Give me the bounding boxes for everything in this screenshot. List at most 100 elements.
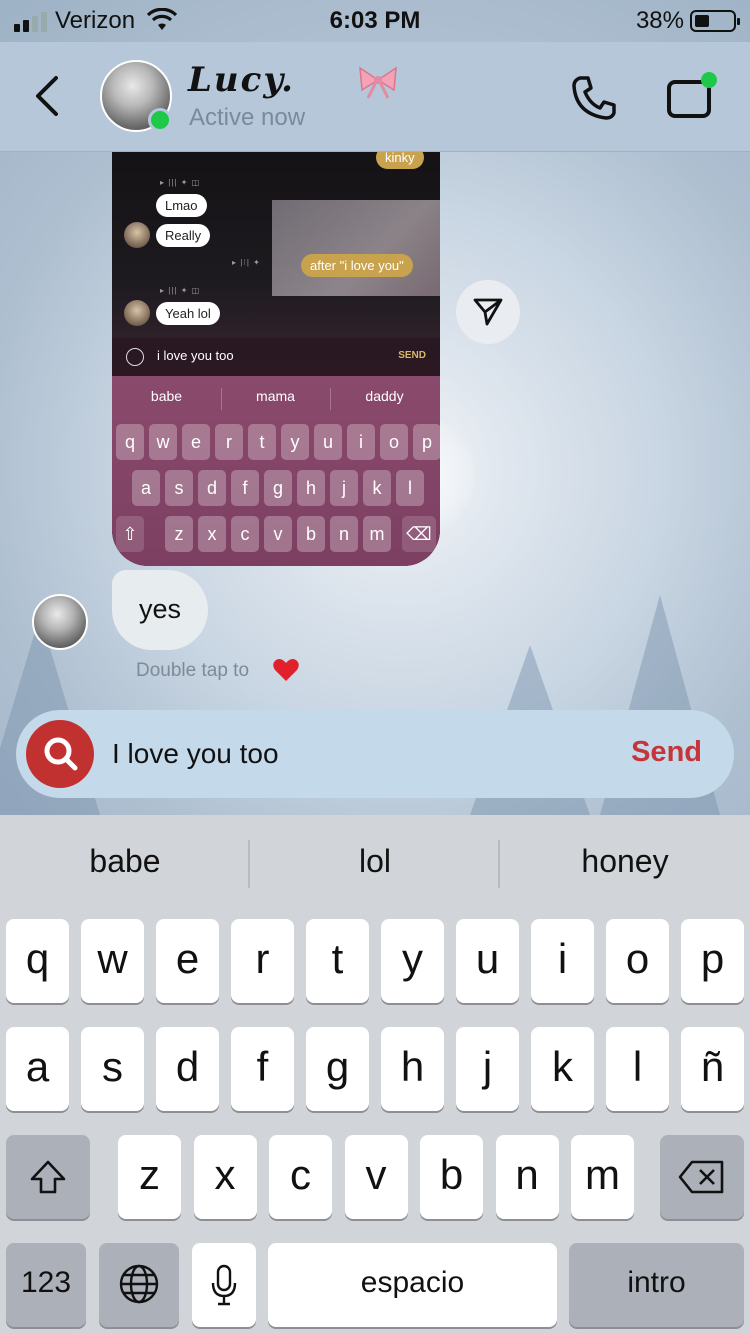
- key-x[interactable]: x: [193, 1135, 257, 1219]
- battery-icon: [690, 10, 740, 32]
- screenshot-key: s: [165, 470, 193, 506]
- key-ñ[interactable]: ñ: [681, 1027, 744, 1111]
- screenshot-key: d: [198, 470, 226, 506]
- shift-key[interactable]: [6, 1135, 90, 1219]
- screenshot-suggestion: daddy: [365, 388, 404, 404]
- double-tap-hint: Double tap to: [136, 660, 250, 681]
- send-button[interactable]: Send: [631, 736, 702, 769]
- key-d[interactable]: d: [156, 1027, 219, 1111]
- battery-percent: 38%: [635, 7, 684, 34]
- screenshot-bubble: Lmao: [156, 194, 207, 217]
- message-bubble[interactable]: yes: [112, 570, 208, 650]
- key-r[interactable]: r: [231, 919, 294, 1003]
- return-key[interactable]: intro: [569, 1243, 744, 1327]
- paper-plane-icon: [473, 298, 503, 326]
- key-l[interactable]: l: [606, 1027, 669, 1111]
- screenshot-key: h: [297, 470, 325, 506]
- key-j[interactable]: j: [456, 1027, 519, 1111]
- key-z[interactable]: z: [118, 1135, 181, 1219]
- screenshot-key: e: [182, 424, 210, 460]
- chat-header: Lucy. Active now: [0, 42, 750, 152]
- key-y[interactable]: y: [381, 919, 444, 1003]
- share-button[interactable]: [456, 280, 520, 344]
- screenshot-key: m: [363, 516, 391, 552]
- key-k[interactable]: k: [531, 1027, 594, 1111]
- screenshot-key: i: [347, 424, 375, 460]
- screenshot-avatar: [124, 300, 150, 326]
- key-f[interactable]: f: [231, 1027, 294, 1111]
- screenshot-bubble: kinky: [376, 152, 424, 169]
- shift-icon: [30, 1160, 66, 1194]
- screenshot-key: y: [281, 424, 309, 460]
- screenshot-key: l: [396, 470, 424, 506]
- screenshot-shift-key: ⇧: [116, 516, 144, 552]
- key-c[interactable]: c: [269, 1135, 332, 1219]
- key-b[interactable]: b: [420, 1135, 483, 1219]
- keyboard: babe lol honey qwertyuiop asdfghjklñ zxcvb…: [0, 815, 750, 1334]
- screenshot-keyboard: babe mama daddy qwertyuiop asdfghjkl zxcvb…: [112, 376, 440, 566]
- screenshot-key: u: [314, 424, 342, 460]
- screenshot-key: b: [297, 516, 325, 552]
- bow-icon: [359, 66, 397, 99]
- screenshot-key: q: [116, 424, 144, 460]
- key-q[interactable]: q: [6, 919, 69, 1003]
- key-m[interactable]: m: [571, 1135, 634, 1219]
- back-chevron-icon[interactable]: [28, 72, 68, 120]
- screenshot-key: t: [248, 424, 276, 460]
- globe-icon: [119, 1264, 159, 1304]
- globe-key[interactable]: [99, 1243, 179, 1327]
- key-u[interactable]: u: [456, 919, 519, 1003]
- key-v[interactable]: v: [344, 1135, 408, 1219]
- screenshot-backspace-key: ⌫: [402, 516, 436, 552]
- key-n[interactable]: n: [495, 1135, 559, 1219]
- numbers-key[interactable]: 123: [6, 1243, 86, 1327]
- contact-name[interactable]: Lucy.: [188, 60, 295, 100]
- smiley-icon: [126, 348, 144, 366]
- screenshot-suggestion: babe: [150, 388, 183, 404]
- status-bar: Verizon 6:03 PM 38%: [0, 0, 750, 42]
- heart-icon[interactable]: [272, 656, 300, 684]
- screenshot-key: a: [132, 470, 160, 506]
- dictation-key[interactable]: [192, 1243, 256, 1327]
- screenshot-key: g: [264, 470, 292, 506]
- sender-avatar[interactable]: [32, 594, 88, 650]
- key-a[interactable]: a: [6, 1027, 69, 1111]
- screenshot-input-text: i love you too: [157, 348, 234, 363]
- screenshot-key: f: [231, 470, 259, 506]
- keyboard-suggestion[interactable]: lol: [250, 843, 500, 880]
- key-o[interactable]: o: [606, 919, 669, 1003]
- keyboard-suggestion[interactable]: babe: [0, 843, 250, 880]
- video-call-icon[interactable]: [665, 70, 721, 122]
- key-g[interactable]: g: [306, 1027, 369, 1111]
- message-composer[interactable]: I love you too Send: [16, 710, 734, 798]
- key-h[interactable]: h: [381, 1027, 444, 1111]
- screenshot-avatar: [124, 222, 150, 248]
- screenshot-key: w: [149, 424, 177, 460]
- key-p[interactable]: p: [681, 919, 744, 1003]
- key-s[interactable]: s: [81, 1027, 144, 1111]
- screenshot-key: p: [413, 424, 440, 460]
- message-input[interactable]: I love you too: [112, 738, 279, 770]
- shared-screenshot-image[interactable]: kinky ▸ ||| ✦ ◫ Lmao Really ▸ |⁝| ✦ afte…: [112, 152, 440, 566]
- phone-icon[interactable]: [570, 74, 618, 122]
- space-key[interactable]: espacio: [268, 1243, 557, 1327]
- screenshot-send-label: SEND: [398, 350, 426, 361]
- keyboard-suggestion[interactable]: honey: [500, 843, 750, 880]
- screenshot-bubble: after "i love you": [301, 254, 413, 277]
- screenshot-key: k: [363, 470, 391, 506]
- microphone-icon: [211, 1264, 237, 1306]
- screenshot-key: z: [165, 516, 193, 552]
- screenshot-key: c: [231, 516, 259, 552]
- screenshot-input-bar: i love you too SEND: [112, 338, 440, 376]
- key-i[interactable]: i: [531, 919, 594, 1003]
- screenshot-meta: ▸ ||| ✦ ◫: [160, 286, 201, 295]
- key-t[interactable]: t: [306, 919, 369, 1003]
- screenshot-key: x: [198, 516, 226, 552]
- screenshot-key: n: [330, 516, 358, 552]
- screenshot-bubble: Yeah lol: [156, 302, 220, 325]
- backspace-key[interactable]: [660, 1135, 744, 1219]
- key-w[interactable]: w: [81, 919, 144, 1003]
- screenshot-meta: ▸ ||| ✦ ◫: [160, 178, 201, 187]
- key-e[interactable]: e: [156, 919, 219, 1003]
- search-button[interactable]: [26, 720, 94, 788]
